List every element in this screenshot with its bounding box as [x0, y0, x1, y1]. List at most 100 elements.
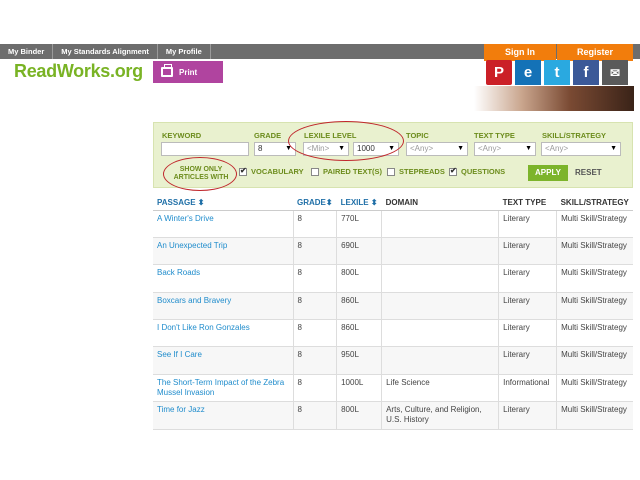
table-cell: 8 — [292, 237, 337, 266]
checkbox-icon[interactable] — [387, 167, 395, 176]
edmodo-icon[interactable]: e — [515, 60, 541, 85]
table-cell: 8 — [292, 401, 337, 430]
table-cell: 8 — [292, 319, 337, 348]
table-cell: Life Science — [381, 374, 499, 403]
readworks-logo[interactable]: ReadWorks.org — [14, 61, 143, 82]
skill-strategy-label: SKILL/STRATEGY — [542, 131, 607, 140]
keyword-input[interactable] — [161, 142, 249, 156]
table-cell: Multi Skill/Strategy — [556, 264, 633, 293]
paired-texts-checkbox[interactable]: PAIRED TEXT(S) — [311, 167, 382, 176]
nav-my-binder[interactable]: My Binder — [0, 44, 54, 59]
passage-link[interactable]: A Winter's Drive — [153, 210, 293, 238]
table-cell: Informational — [498, 374, 557, 403]
table-cell: Multi Skill/Strategy — [556, 346, 633, 375]
topic-select[interactable]: <Any> ▼ — [406, 142, 468, 156]
table-cell: 690L — [336, 237, 382, 266]
sign-in-button[interactable]: Sign In — [484, 44, 556, 61]
checkbox-icon[interactable] — [311, 167, 319, 176]
dropdown-arrow-icon: ▼ — [457, 145, 464, 152]
col-grade[interactable]: GRADE⬍ — [293, 195, 337, 211]
passage-table: PASSAGE ⬍ GRADE⬍ LEXILE ⬍ DOMAIN TEXT TY… — [153, 195, 633, 430]
facebook-icon[interactable]: f — [573, 60, 599, 85]
passage-link[interactable]: Back Roads — [153, 264, 293, 293]
table-cell: Multi Skill/Strategy — [556, 237, 633, 266]
table-cell — [381, 237, 499, 266]
passage-link[interactable]: The Short-Term Impact of the Zebra Musse… — [153, 374, 293, 403]
nav-my-standards-alignment[interactable]: My Standards Alignment — [53, 44, 158, 59]
table-cell — [381, 319, 499, 348]
table-row: Back Roads 8 800L Literary Multi Skill/Strat… — [153, 264, 633, 293]
table-row: See If I Care 8 950L Literary Multi Skill/St… — [153, 346, 633, 375]
hero-photo — [474, 86, 634, 111]
table-cell: Literary — [498, 292, 557, 321]
table-cell: Multi Skill/Strategy — [556, 210, 633, 238]
printer-icon — [161, 64, 173, 77]
table-cell — [381, 346, 499, 375]
passage-link[interactable]: See If I Care — [153, 346, 293, 375]
col-lexile[interactable]: LEXILE ⬍ — [336, 195, 382, 211]
apply-button[interactable]: APPLY — [528, 165, 568, 181]
lexile-highlight-oval — [288, 121, 404, 161]
table-cell — [381, 210, 499, 238]
show-only-highlight-oval — [163, 157, 237, 191]
table-row: The Short-Term Impact of the Zebra Musse… — [153, 374, 633, 403]
table-cell: Multi Skill/Strategy — [556, 292, 633, 321]
passage-link[interactable]: Boxcars and Bravery — [153, 292, 293, 321]
print-label: Print — [179, 67, 198, 77]
social-share-bar: P e t f ✉ — [486, 60, 628, 85]
passage-link[interactable]: I Don't Like Ron Gonzales — [153, 319, 293, 348]
text-type-label: TEXT TYPE — [474, 131, 515, 140]
table-cell: 860L — [336, 292, 382, 321]
dropdown-arrow-icon: ▼ — [525, 145, 532, 152]
skill-strategy-select[interactable]: <Any> ▼ — [541, 142, 621, 156]
checkbox-checked-icon[interactable] — [449, 166, 457, 176]
sort-icon: ⬍ — [325, 197, 333, 207]
table-cell: 1000L — [336, 374, 382, 403]
hero-banner — [153, 84, 473, 111]
checkbox-checked-icon[interactable] — [239, 166, 247, 176]
table-cell: 8 — [292, 346, 337, 375]
passage-link[interactable]: An Unexpected Trip — [153, 237, 293, 266]
table-cell — [381, 264, 499, 293]
questions-checkbox[interactable]: QUESTIONS — [449, 166, 505, 176]
twitter-icon[interactable]: t — [544, 60, 570, 85]
col-passage[interactable]: PASSAGE ⬍ — [153, 195, 293, 211]
table-cell — [381, 292, 499, 321]
text-type-select[interactable]: <Any> ▼ — [474, 142, 536, 156]
table-row: Boxcars and Bravery 8 860L Literary Multi Sk… — [153, 292, 633, 321]
table-row: I Don't Like Ron Gonzales 8 860L Literary Mu… — [153, 319, 633, 348]
stepreads-checkbox[interactable]: STEPREADS — [387, 167, 445, 176]
col-domain: DOMAIN — [381, 195, 499, 211]
col-skill-strategy: SKILL/STRATEGY — [556, 195, 633, 211]
table-cell: Arts, Culture, and Religion, U.S. Histor… — [381, 401, 499, 430]
table-cell: 8 — [292, 374, 337, 403]
table-cell: 860L — [336, 319, 382, 348]
table-cell: Multi Skill/Strategy — [556, 319, 633, 348]
table-cell: Literary — [498, 264, 557, 293]
vocabulary-checkbox[interactable]: VOCABULARY — [239, 166, 304, 176]
col-text-type: TEXT TYPE — [498, 195, 557, 211]
table-cell: Literary — [498, 401, 557, 430]
passage-link[interactable]: Time for Jazz — [153, 401, 293, 430]
sort-icon: ⬍ — [370, 197, 378, 207]
table-row: Time for Jazz 8 800L Arts, Culture, and Rel… — [153, 401, 633, 430]
register-button[interactable]: Register — [557, 44, 633, 61]
reset-button[interactable]: RESET — [575, 168, 602, 177]
table-cell: Literary — [498, 237, 557, 266]
grade-label: GRADE — [254, 131, 282, 140]
pinterest-icon[interactable]: P — [486, 60, 512, 85]
mail-icon[interactable]: ✉ — [602, 60, 628, 85]
table-cell: 950L — [336, 346, 382, 375]
table-cell: 770L — [336, 210, 382, 238]
table-cell: Literary — [498, 346, 557, 375]
sort-icon: ⬍ — [197, 197, 205, 207]
table-cell: 800L — [336, 264, 382, 293]
nav-my-profile[interactable]: My Profile — [158, 44, 211, 59]
table-cell: 8 — [292, 264, 337, 293]
table-cell: Multi Skill/Strategy — [556, 401, 633, 430]
table-cell: Multi Skill/Strategy — [556, 374, 633, 403]
print-button[interactable]: Print — [153, 61, 223, 83]
table-row: An Unexpected Trip 8 690L Literary Multi Ski… — [153, 237, 633, 266]
table-cell: 8 — [292, 292, 337, 321]
table-cell: 800L — [336, 401, 382, 430]
